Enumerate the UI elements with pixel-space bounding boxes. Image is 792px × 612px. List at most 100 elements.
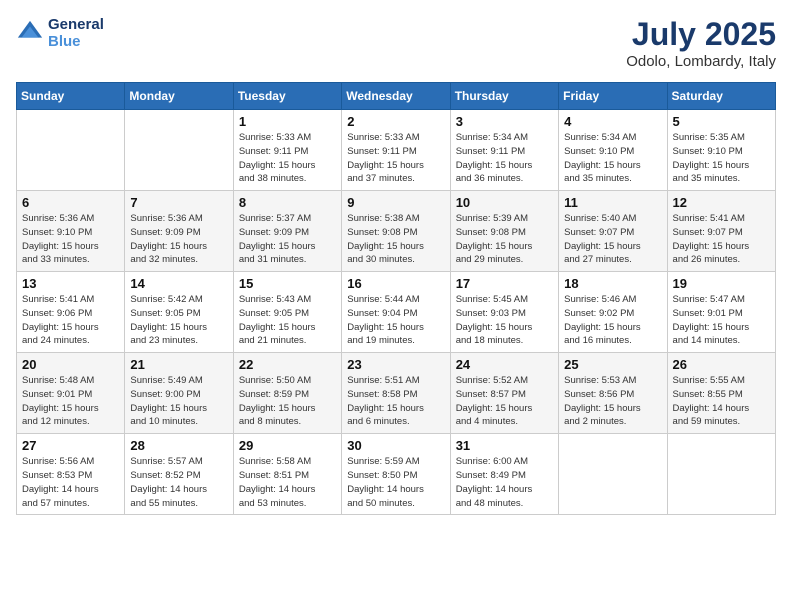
calendar-cell: 16 Sunrise: 5:44 AM Sunset: 9:04 PM Dayli… [342, 272, 450, 353]
day-detail: Sunrise: 5:53 AM Sunset: 8:56 PM Dayligh… [564, 374, 661, 429]
day-detail: Sunrise: 5:50 AM Sunset: 8:59 PM Dayligh… [239, 374, 336, 429]
calendar-cell: 30Sunrise: 5:59 AM Sunset: 8:50 PM Dayli… [342, 434, 450, 515]
logo-text-line1: General [48, 16, 104, 33]
day-number: 12 [673, 195, 770, 210]
calendar-cell: 2 Sunrise: 5:33 AM Sunset: 9:11 PM Daylig… [342, 110, 450, 191]
day-detail: Sunrise: 5:39 AM Sunset: 9:08 PM Dayligh… [456, 212, 553, 267]
weekday-header-tuesday: Tuesday [233, 83, 341, 110]
day-detail: Sunrise: 5:41 AM Sunset: 9:07 PM Dayligh… [673, 212, 770, 267]
day-number: 1 [239, 114, 336, 129]
weekday-header-thursday: Thursday [450, 83, 558, 110]
page-header: General Blue July 2025 Odolo, Lombardy, … [16, 16, 776, 70]
day-detail: Sunrise: 5:44 AM Sunset: 9:04 PM Dayligh… [347, 293, 444, 348]
day-detail: Sunrise: 5:35 AM Sunset: 9:10 PM Dayligh… [673, 131, 770, 186]
calendar-cell: 24Sunrise: 5:52 AM Sunset: 8:57 PM Dayli… [450, 353, 558, 434]
calendar-cell: 26 Sunrise: 5:55 AM Sunset: 8:55 PM Dayli… [667, 353, 775, 434]
day-detail: Sunrise: 5:36 AM Sunset: 9:09 PM Dayligh… [130, 212, 227, 267]
weekday-header-saturday: Saturday [667, 83, 775, 110]
day-detail: Sunrise: 6:00 AM Sunset: 8:49 PM Dayligh… [456, 455, 553, 510]
day-detail: Sunrise: 5:46 AM Sunset: 9:02 PM Dayligh… [564, 293, 661, 348]
day-number: 31 [456, 438, 553, 453]
day-number: 11 [564, 195, 661, 210]
day-number: 15 [239, 276, 336, 291]
day-detail: Sunrise: 5:34 AM Sunset: 9:11 PM Dayligh… [456, 131, 553, 186]
day-detail: Sunrise: 5:33 AM Sunset: 9:11 PM Dayligh… [239, 131, 336, 186]
day-detail: Sunrise: 5:56 AM Sunset: 8:53 PM Dayligh… [22, 455, 119, 510]
calendar-cell: 6 Sunrise: 5:36 AM Sunset: 9:10 PM Daylig… [17, 191, 125, 272]
day-number: 13 [22, 276, 119, 291]
day-number: 3 [456, 114, 553, 129]
logo-text-line2: Blue [48, 33, 104, 50]
day-detail: Sunrise: 5:51 AM Sunset: 8:58 PM Dayligh… [347, 374, 444, 429]
title-block: July 2025 Odolo, Lombardy, Italy [626, 16, 776, 70]
day-detail: Sunrise: 5:36 AM Sunset: 9:10 PM Dayligh… [22, 212, 119, 267]
day-detail: Sunrise: 5:40 AM Sunset: 9:07 PM Dayligh… [564, 212, 661, 267]
calendar-cell: 11 Sunrise: 5:40 AM Sunset: 9:07 PM Dayli… [559, 191, 667, 272]
day-number: 20 [22, 357, 119, 372]
weekday-header-sunday: Sunday [17, 83, 125, 110]
calendar-cell: 3 Sunrise: 5:34 AM Sunset: 9:11 PM Daylig… [450, 110, 558, 191]
week-row-3: 13 Sunrise: 5:41 AM Sunset: 9:06 PM Dayli… [17, 272, 776, 353]
day-number: 26 [673, 357, 770, 372]
day-number: 29 [239, 438, 336, 453]
week-row-2: 6 Sunrise: 5:36 AM Sunset: 9:10 PM Daylig… [17, 191, 776, 272]
calendar-cell [559, 434, 667, 515]
weekday-header-friday: Friday [559, 83, 667, 110]
day-detail: Sunrise: 5:57 AM Sunset: 8:52 PM Dayligh… [130, 455, 227, 510]
calendar-cell [667, 434, 775, 515]
day-number: 7 [130, 195, 227, 210]
calendar-cell: 22 Sunrise: 5:50 AM Sunset: 8:59 PM Dayli… [233, 353, 341, 434]
month-title: July 2025 [626, 16, 776, 53]
weekday-header-row: SundayMondayTuesdayWednesdayThursdayFrid… [17, 83, 776, 110]
week-row-5: 27Sunrise: 5:56 AM Sunset: 8:53 PM Dayli… [17, 434, 776, 515]
calendar-cell: 14Sunrise: 5:42 AM Sunset: 9:05 PM Dayli… [125, 272, 233, 353]
calendar-cell: 5Sunrise: 5:35 AM Sunset: 9:10 PM Daylig… [667, 110, 775, 191]
day-detail: Sunrise: 5:55 AM Sunset: 8:55 PM Dayligh… [673, 374, 770, 429]
calendar-cell: 10Sunrise: 5:39 AM Sunset: 9:08 PM Dayli… [450, 191, 558, 272]
day-detail: Sunrise: 5:48 AM Sunset: 9:01 PM Dayligh… [22, 374, 119, 429]
day-detail: Sunrise: 5:34 AM Sunset: 9:10 PM Dayligh… [564, 131, 661, 186]
calendar-cell [17, 110, 125, 191]
calendar-cell: 29 Sunrise: 5:58 AM Sunset: 8:51 PM Dayli… [233, 434, 341, 515]
calendar-cell: 4 Sunrise: 5:34 AM Sunset: 9:10 PM Daylig… [559, 110, 667, 191]
day-detail: Sunrise: 5:45 AM Sunset: 9:03 PM Dayligh… [456, 293, 553, 348]
calendar-cell: 19Sunrise: 5:47 AM Sunset: 9:01 PM Dayli… [667, 272, 775, 353]
day-number: 19 [673, 276, 770, 291]
day-number: 23 [347, 357, 444, 372]
calendar-cell [125, 110, 233, 191]
day-detail: Sunrise: 5:33 AM Sunset: 9:11 PM Dayligh… [347, 131, 444, 186]
day-number: 9 [347, 195, 444, 210]
day-detail: Sunrise: 5:43 AM Sunset: 9:05 PM Dayligh… [239, 293, 336, 348]
calendar-cell: 31 Sunrise: 6:00 AM Sunset: 8:49 PM Dayli… [450, 434, 558, 515]
day-number: 22 [239, 357, 336, 372]
calendar-cell: 15 Sunrise: 5:43 AM Sunset: 9:05 PM Dayli… [233, 272, 341, 353]
day-number: 4 [564, 114, 661, 129]
day-detail: Sunrise: 5:38 AM Sunset: 9:08 PM Dayligh… [347, 212, 444, 267]
calendar-cell: 1 Sunrise: 5:33 AM Sunset: 9:11 PM Daylig… [233, 110, 341, 191]
weekday-header-monday: Monday [125, 83, 233, 110]
day-number: 6 [22, 195, 119, 210]
logo: General Blue [16, 16, 104, 50]
calendar-cell: 9 Sunrise: 5:38 AM Sunset: 9:08 PM Daylig… [342, 191, 450, 272]
calendar-cell: 20 Sunrise: 5:48 AM Sunset: 9:01 PM Dayli… [17, 353, 125, 434]
calendar-cell: 8Sunrise: 5:37 AM Sunset: 9:09 PM Daylig… [233, 191, 341, 272]
day-detail: Sunrise: 5:59 AM Sunset: 8:50 PM Dayligh… [347, 455, 444, 510]
day-detail: Sunrise: 5:52 AM Sunset: 8:57 PM Dayligh… [456, 374, 553, 429]
day-number: 18 [564, 276, 661, 291]
day-detail: Sunrise: 5:41 AM Sunset: 9:06 PM Dayligh… [22, 293, 119, 348]
day-detail: Sunrise: 5:58 AM Sunset: 8:51 PM Dayligh… [239, 455, 336, 510]
calendar-cell: 27Sunrise: 5:56 AM Sunset: 8:53 PM Dayli… [17, 434, 125, 515]
location: Odolo, Lombardy, Italy [626, 53, 776, 70]
day-number: 25 [564, 357, 661, 372]
calendar-cell: 23 Sunrise: 5:51 AM Sunset: 8:58 PM Dayli… [342, 353, 450, 434]
calendar-cell: 28Sunrise: 5:57 AM Sunset: 8:52 PM Dayli… [125, 434, 233, 515]
day-number: 2 [347, 114, 444, 129]
calendar-cell: 25 Sunrise: 5:53 AM Sunset: 8:56 PM Dayli… [559, 353, 667, 434]
day-number: 16 [347, 276, 444, 291]
calendar-table: SundayMondayTuesdayWednesdayThursdayFrid… [16, 82, 776, 515]
calendar-cell: 18 Sunrise: 5:46 AM Sunset: 9:02 PM Dayli… [559, 272, 667, 353]
calendar-cell: 13 Sunrise: 5:41 AM Sunset: 9:06 PM Dayli… [17, 272, 125, 353]
week-row-1: 1 Sunrise: 5:33 AM Sunset: 9:11 PM Daylig… [17, 110, 776, 191]
logo-icon [16, 19, 44, 47]
day-number: 17 [456, 276, 553, 291]
